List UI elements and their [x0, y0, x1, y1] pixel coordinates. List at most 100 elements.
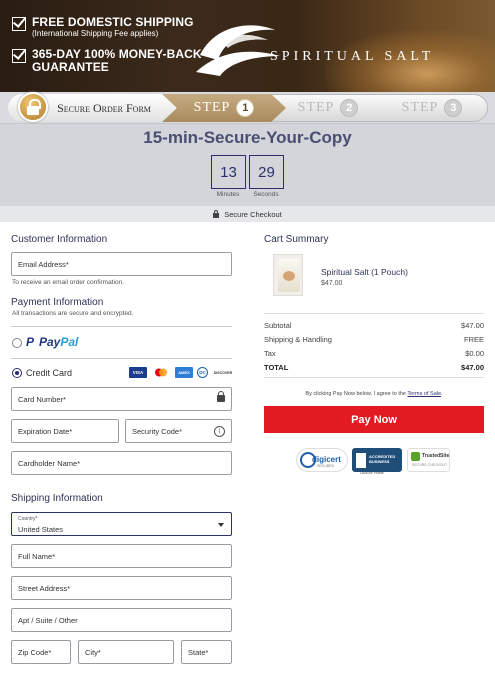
security-code-label: Security Code* — [132, 427, 183, 436]
timer-title: 15-min-Secure-Your-Copy — [143, 128, 352, 147]
timer-seconds: 29 — [249, 155, 284, 189]
full-name-field[interactable]: Full Name* — [11, 544, 232, 568]
step-label: STEP — [401, 100, 439, 115]
step-1-active: STEP 1 — [162, 94, 286, 122]
paypal-text-pay: Pay — [39, 335, 61, 349]
street-address-label: Street Address* — [18, 584, 71, 593]
paypal-option[interactable]: P PayPal — [26, 335, 78, 349]
checkbox-icon — [12, 49, 26, 63]
cardholder-name-field[interactable]: Cardholder Name* — [11, 451, 232, 475]
checkbox-icon — [12, 17, 26, 31]
checkmark-icon — [411, 452, 420, 461]
mastercard-icon — [152, 367, 170, 378]
row-value: FREE — [463, 335, 484, 344]
row-value: $47.00 — [461, 363, 484, 372]
summary-row-subtotal: Subtotal $47.00 — [264, 321, 484, 330]
full-name-label: Full Name* — [18, 552, 56, 561]
step-label: STEP — [297, 100, 335, 115]
summary-row-tax: Tax $0.00 — [264, 349, 484, 358]
terms-suffix: . — [441, 391, 443, 397]
street-address-field[interactable]: Street Address* — [11, 576, 232, 600]
divider — [264, 377, 484, 378]
row-label: Tax — [264, 349, 276, 358]
state-field[interactable]: State* — [181, 640, 232, 664]
step-2: STEP 2 — [272, 94, 384, 122]
bbb-text: ACCREDITED BUSINESS — [369, 454, 395, 464]
product-price: $47.00 — [321, 280, 343, 287]
padlock-icon — [18, 92, 48, 122]
apt-suite-label: Apt / Suite / Other — [18, 616, 78, 625]
row-value: $47.00 — [461, 321, 484, 330]
step-label: STEP — [193, 100, 231, 115]
product-name: Spiritual Salt (1 Pouch) — [321, 267, 408, 277]
city-field[interactable]: City* — [78, 640, 174, 664]
perk-money-back: 365-DAY 100% MONEY-BACK GUARANTEE — [12, 48, 202, 74]
digicert-badge[interactable]: digicert SECURED — [296, 448, 348, 472]
row-label: Subtotal — [264, 321, 292, 330]
bbb-logo-icon — [356, 453, 366, 468]
checkout-steps: Secure Order Form STEP 1 STEP 2 STEP 3 — [0, 92, 495, 124]
card-number-label: Card Number* — [18, 395, 66, 404]
divider — [264, 313, 484, 314]
terms-of-sale-link[interactable]: Terms of Sale — [407, 391, 441, 397]
apt-suite-field[interactable]: Apt / Suite / Other — [11, 608, 232, 632]
pay-now-button[interactable]: Pay Now — [264, 406, 484, 433]
expiration-label: Expiration Date* — [18, 427, 73, 436]
digicert-label: digicert — [312, 455, 341, 464]
perk-subtitle: (International Shipping Fee applies) — [32, 29, 159, 38]
summary-row-shipping: Shipping & Handling FREE — [264, 335, 484, 344]
digicert-sub: SECURED — [317, 464, 335, 468]
seconds-label: Seconds — [253, 191, 279, 198]
brand-logo — [196, 25, 280, 76]
countdown-timer: 15-min-Secure-Your-Copy 13 29 Minutes Se… — [0, 124, 495, 206]
chevron-down-icon — [218, 523, 224, 527]
summary-row-total: TOTAL $47.00 — [264, 363, 484, 372]
shipping-info-title: Shipping Information — [11, 493, 103, 504]
diners-club-icon: DC — [197, 367, 208, 378]
state-label: State* — [188, 648, 209, 657]
terms-prefix: By clicking Pay Now below, I agree to th… — [305, 391, 408, 397]
city-label: City* — [85, 648, 101, 657]
country-value: United States — [18, 525, 64, 534]
paypal-radio[interactable] — [12, 338, 22, 348]
header-banner: FREE DOMESTIC SHIPPING (International Sh… — [0, 0, 495, 92]
salt-pouch-image — [278, 259, 300, 292]
step-secure-order-form: Secure Order Form — [8, 92, 178, 122]
bbb-badge[interactable]: ACCREDITED BUSINESS — [352, 448, 402, 472]
perk-title: FREE DOMESTIC SHIPPING — [32, 15, 194, 29]
email-label: Email Address* — [18, 260, 69, 269]
zip-code-label: Zip Code* — [18, 648, 52, 657]
timer-minutes: 13 — [211, 155, 246, 189]
paypal-text-pal: Pal — [60, 335, 79, 349]
cart-summary-title: Cart Summary — [264, 234, 329, 245]
secure-checkout-label: Secure Checkout — [224, 209, 282, 219]
info-icon[interactable]: i — [214, 426, 225, 437]
divider — [11, 358, 232, 359]
step-3: STEP 3 — [376, 94, 488, 122]
card-number-field[interactable]: Card Number* — [11, 387, 232, 411]
zip-code-field[interactable]: Zip Code* — [11, 640, 71, 664]
security-code-field[interactable]: Security Code* i — [125, 419, 232, 443]
visa-icon: VISA — [129, 367, 147, 378]
discover-icon: DISCOVER — [213, 367, 233, 378]
step-number: 2 — [340, 99, 359, 117]
expiration-date-field[interactable]: Expiration Date* — [11, 419, 119, 443]
minutes-label: Minutes — [216, 191, 240, 198]
trustedsite-badge[interactable]: TrustedSite SECURE CHECKOUT — [407, 448, 450, 472]
brand-name: SPIRITUAL SALT — [270, 49, 435, 64]
step-number: 1 — [236, 99, 255, 117]
credit-card-radio[interactable] — [12, 368, 22, 378]
trustedsite-sub: SECURE CHECKOUT — [412, 463, 448, 467]
bbb-line2: BUSINESS — [369, 459, 390, 464]
email-hint: To receive an email order confirmation. — [12, 279, 124, 286]
secure-order-form-label: Secure Order Form — [57, 100, 151, 115]
row-label: Shipping & Handling — [264, 335, 332, 344]
bbb-click-profile[interactable]: Click for Profile — [360, 471, 384, 475]
row-label: TOTAL — [264, 363, 289, 372]
cardholder-label: Cardholder Name* — [18, 459, 81, 468]
divider — [11, 326, 232, 327]
country-select[interactable]: Country* United States — [11, 512, 232, 536]
row-value: $0.00 — [465, 349, 484, 358]
email-field[interactable]: Email Address* — [11, 252, 232, 276]
credit-card-label[interactable]: Credit Card — [26, 368, 72, 378]
